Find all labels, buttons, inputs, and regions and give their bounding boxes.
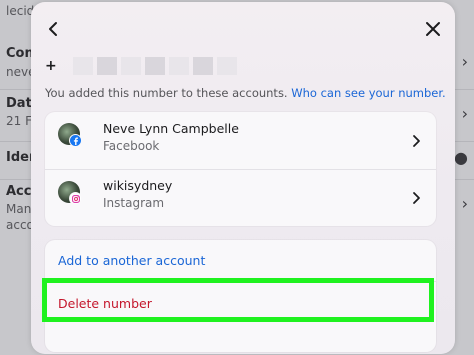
number-actions: Add to another account Delete number <box>45 240 436 352</box>
toggle-dot-icon: ● <box>454 148 468 167</box>
chevron-right-icon <box>413 135 420 147</box>
bg-row-sub2: acco <box>6 218 34 232</box>
add-to-another-account-button[interactable]: Add to another account <box>45 240 436 282</box>
close-button[interactable] <box>420 16 446 42</box>
account-name: Neve Lynn Campbelle <box>103 121 239 136</box>
chevron-right-icon <box>413 192 420 204</box>
facebook-icon <box>69 134 82 147</box>
accounts-info-text: You added this number to these accounts.… <box>45 86 446 100</box>
instagram-icon <box>69 192 82 205</box>
redacted-digit-block <box>168 57 189 75</box>
bg-row-sub: Man <box>6 202 32 216</box>
redacted-digit-block <box>96 57 117 75</box>
chevron-right-icon: › <box>461 194 468 213</box>
redacted-digit-block <box>120 57 141 75</box>
back-button[interactable] <box>40 16 66 42</box>
linked-accounts-list: Neve Lynn Campbelle Facebook wikisydney … <box>45 112 436 226</box>
account-platform: Facebook <box>103 139 160 153</box>
info-text: You added this number to these accounts. <box>45 86 288 100</box>
redacted-digit-block <box>216 57 237 75</box>
who-can-see-link[interactable]: Who can see your number. <box>291 86 445 100</box>
redacted-digit-block <box>192 57 213 75</box>
account-row-instagram[interactable]: wikisydney Instagram <box>45 169 436 225</box>
phone-prefix: + <box>45 58 57 74</box>
phone-number: + <box>45 57 237 75</box>
account-platform: Instagram <box>103 196 165 210</box>
account-row-facebook[interactable]: Neve Lynn Campbelle Facebook <box>45 112 436 168</box>
redacted-digit-block <box>72 57 93 75</box>
delete-number-button[interactable]: Delete number <box>45 282 436 324</box>
bg-row-sub: 21 F <box>6 114 32 128</box>
chevron-right-icon: › <box>461 52 468 71</box>
close-icon <box>426 22 440 36</box>
account-name: wikisydney <box>103 178 173 193</box>
phone-number-dialog: + You added this number to these account… <box>31 2 455 354</box>
redacted-digit-block <box>144 57 165 75</box>
chevron-right-icon: › <box>461 104 468 123</box>
bg-row-title: Con <box>6 46 34 61</box>
chevron-left-icon <box>49 22 57 36</box>
